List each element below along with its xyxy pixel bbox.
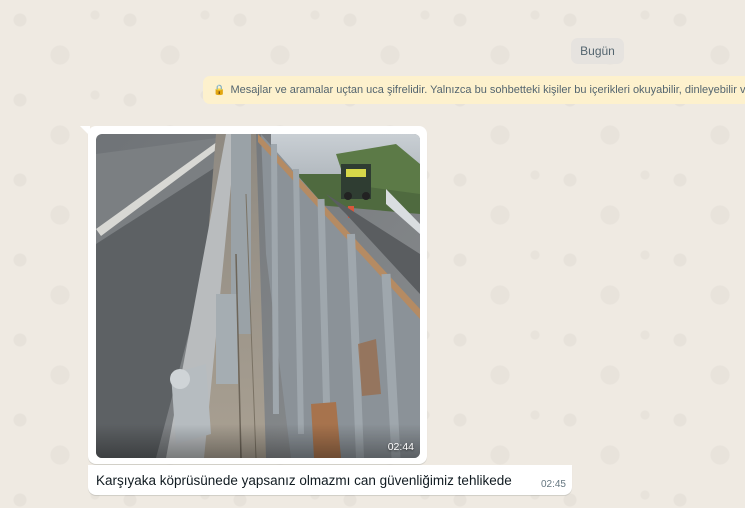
bridge-photo [96,134,420,458]
caption-bubble[interactable]: Karşıyaka köprüsünede yapsanız olmazmı c… [88,465,572,495]
lock-icon: 🔒 [213,84,226,96]
image-timestamp: 02:44 [387,441,414,453]
image-time-shade [96,424,420,458]
date-divider: Bugün [571,38,624,64]
message-timestamp: 02:45 [540,479,566,490]
message-image[interactable]: 02:44 [96,134,420,458]
message-caption: Karşıyaka köprüsünede yapsanız olmazmı c… [96,473,512,488]
encryption-notice-text: Mesajlar ve aramalar uçtan uca şifrelidi… [230,84,745,96]
encryption-notice[interactable]: 🔒 Mesajlar ve aramalar uçtan uca şifreli… [203,76,745,104]
date-divider-label: Bugün [580,44,615,58]
